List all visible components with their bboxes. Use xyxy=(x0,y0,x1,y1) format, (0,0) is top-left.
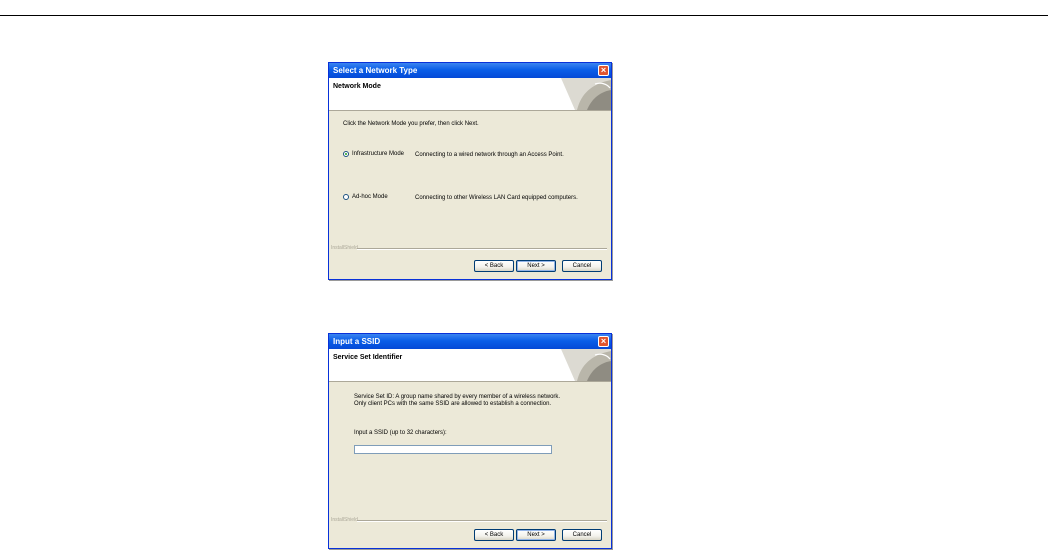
footer-divider xyxy=(357,248,607,250)
cancel-button[interactable]: Cancel xyxy=(562,260,602,272)
footer-divider xyxy=(357,520,607,522)
page-top-rule xyxy=(0,15,1048,16)
close-icon: × xyxy=(600,336,607,346)
ssid-input[interactable] xyxy=(354,445,552,454)
dialog-title: Select a Network Type xyxy=(333,66,418,75)
installshield-banner-art-icon xyxy=(561,78,611,110)
network-type-dialog: Select a Network Type × Network Mode Cli… xyxy=(328,62,612,280)
back-button[interactable]: < Back xyxy=(474,260,514,272)
adhoc-mode-radio[interactable]: Ad-hoc Mode xyxy=(343,194,388,200)
installshield-banner-art-icon xyxy=(561,349,611,381)
instruction-text: Click the Network Mode you prefer, then … xyxy=(343,121,479,127)
back-button[interactable]: < Back xyxy=(474,529,514,541)
ssid-description-line-1: Service Set ID: A group name shared by e… xyxy=(354,394,561,400)
radio-selected-icon[interactable] xyxy=(343,151,349,157)
radio-unselected-icon[interactable] xyxy=(343,194,349,200)
next-button[interactable]: Next > xyxy=(516,260,556,272)
adhoc-mode-description: Connecting to other Wireless LAN Card eq… xyxy=(415,195,578,201)
close-icon: × xyxy=(600,65,607,75)
installshield-label: InstallShield xyxy=(331,517,358,523)
dialog-titlebar[interactable]: Input a SSID × xyxy=(329,334,611,349)
ssid-input-label: Input a SSID (up to 32 characters): xyxy=(354,430,447,436)
dialog-titlebar[interactable]: Select a Network Type × xyxy=(329,63,611,78)
next-button[interactable]: Next > xyxy=(516,529,556,541)
installshield-label: InstallShield xyxy=(331,245,358,251)
ssid-description-line-2: Only client PCs with the same SSID are a… xyxy=(354,401,552,407)
infrastructure-mode-label: Infrastructure Mode xyxy=(352,151,405,157)
adhoc-mode-label: Ad-hoc Mode xyxy=(352,194,388,200)
banner-title: Network Mode xyxy=(333,83,381,90)
close-button[interactable]: × xyxy=(598,65,609,76)
dialog-title: Input a SSID xyxy=(333,337,381,346)
input-ssid-dialog: Input a SSID × Service Set Identifier Se… xyxy=(328,333,612,549)
infrastructure-mode-radio[interactable]: Infrastructure Mode xyxy=(343,151,404,157)
banner-title: Service Set Identifier xyxy=(333,354,403,361)
dialog-banner: Network Mode xyxy=(329,78,611,111)
dialog-banner: Service Set Identifier xyxy=(329,349,611,382)
close-button[interactable]: × xyxy=(598,336,609,347)
cancel-button[interactable]: Cancel xyxy=(562,529,602,541)
infrastructure-mode-description: Connecting to a wired network through an… xyxy=(415,152,564,158)
